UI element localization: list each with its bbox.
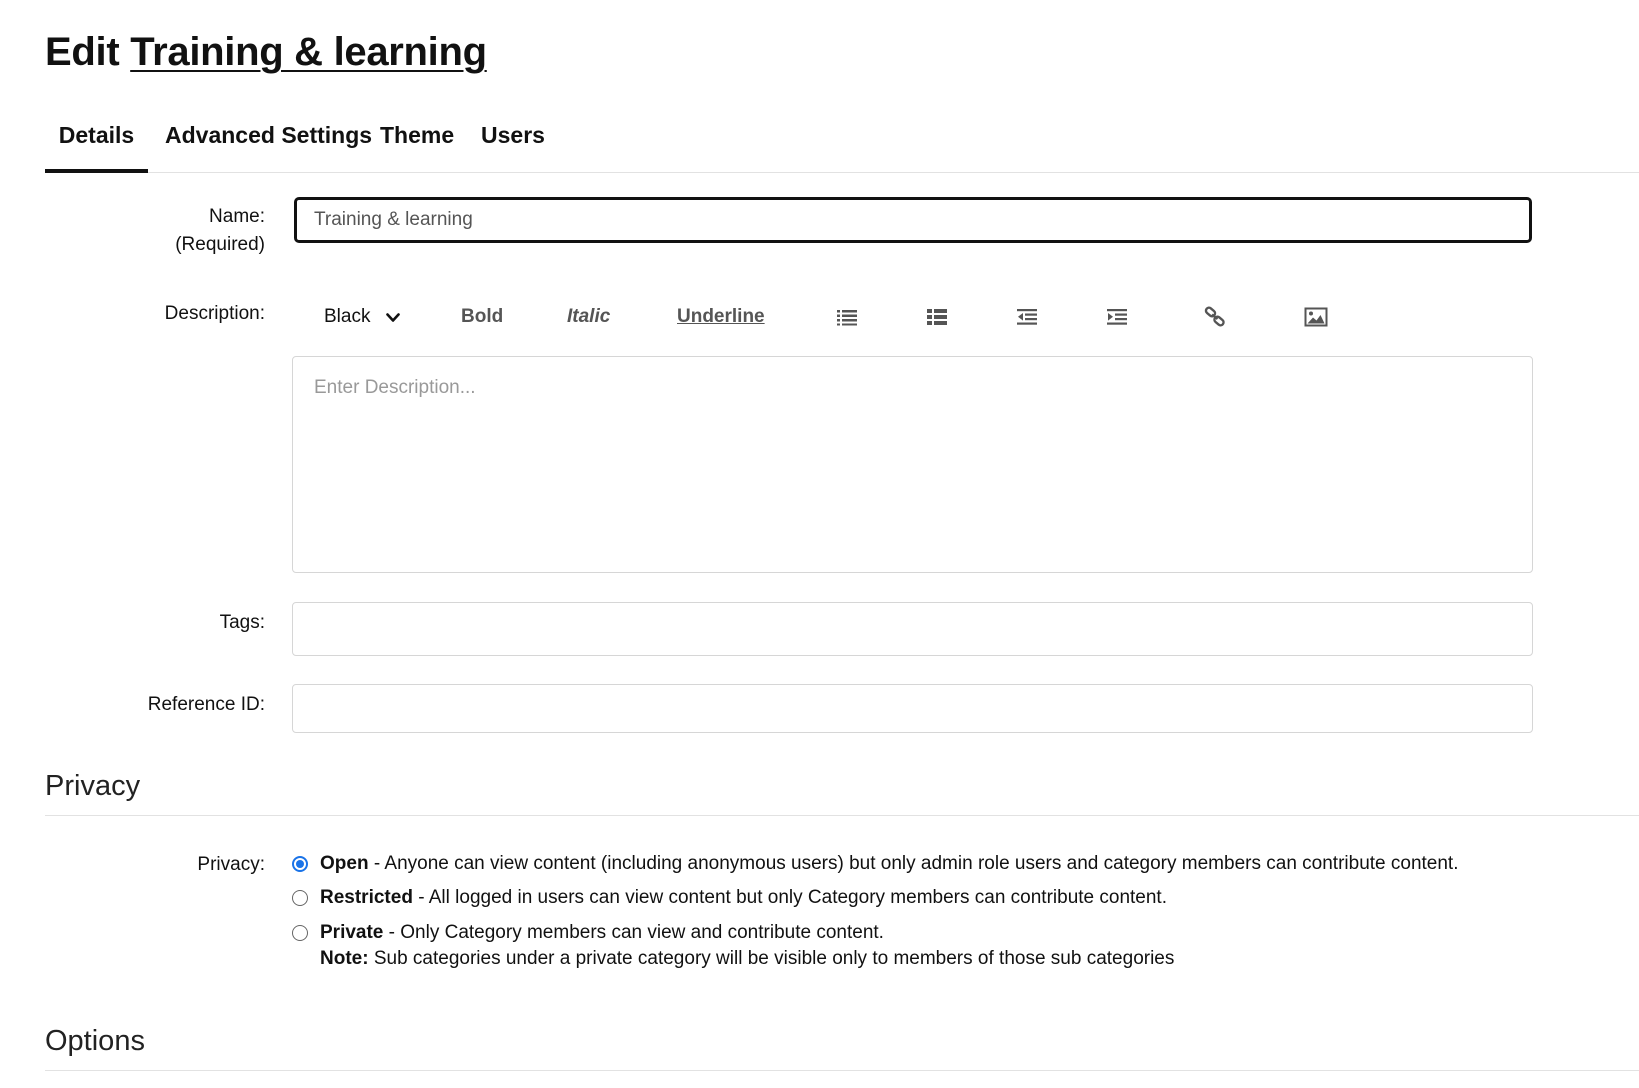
name-label: Name: (Required) — [175, 203, 265, 259]
note-label: Note: — [320, 948, 369, 969]
radio-open[interactable] — [292, 856, 308, 872]
reference-id-label: Reference ID: — [147, 694, 265, 715]
privacy-option-title: Open — [320, 853, 369, 874]
privacy-section-heading: Privacy — [45, 770, 1639, 816]
privacy-option-description: - Only Category members can view and con… — [383, 922, 884, 943]
description-label: Description: — [164, 303, 265, 324]
indent-icon[interactable] — [1106, 306, 1128, 328]
reference-id-input[interactable] — [292, 684, 1533, 733]
tab-details[interactable]: Details — [45, 110, 148, 173]
privacy-option-title: Private — [320, 922, 384, 943]
note-text: Sub categories under a private category … — [368, 948, 1175, 969]
text-color-value: Black — [324, 306, 371, 327]
name-required-text: (Required) — [175, 234, 265, 255]
category-name-link[interactable]: Training & learning — [130, 30, 487, 74]
text-color-select[interactable]: Black — [324, 300, 401, 335]
outdent-icon[interactable] — [1016, 306, 1038, 328]
underline-button[interactable]: Underline — [677, 300, 765, 334]
privacy-option-private-text: Private - Only Category members can view… — [320, 920, 884, 946]
radio-restricted[interactable] — [292, 890, 308, 906]
tab-advanced-settings[interactable]: Advanced Settings — [165, 110, 372, 172]
radio-private[interactable] — [292, 925, 308, 941]
image-icon[interactable] — [1304, 306, 1328, 328]
tab-theme[interactable]: Theme — [380, 110, 454, 172]
description-editor[interactable] — [292, 356, 1533, 573]
tags-input[interactable] — [292, 602, 1533, 656]
edit-category-page: Edit Training & learning Details Advance… — [0, 0, 1639, 1088]
italic-button[interactable]: Italic — [567, 300, 610, 334]
page-title: Edit Training & learning — [45, 30, 487, 75]
privacy-option-description: - All logged in users can view content b… — [412, 887, 1167, 908]
bold-button[interactable]: Bold — [461, 300, 503, 334]
tab-bar: Details Advanced Settings Theme Users — [45, 110, 1639, 173]
description-toolbar: Black Bold Italic Underline — [294, 300, 1354, 334]
numbered-list-icon[interactable] — [926, 306, 948, 328]
options-section-heading: Options — [45, 1025, 1639, 1071]
privacy-option-description: - Anyone can view content (including ano… — [368, 853, 1459, 874]
tab-users[interactable]: Users — [481, 110, 545, 172]
privacy-option-restricted-text: Restricted - All logged in users can vie… — [320, 885, 1167, 911]
name-label-text: Name: — [209, 206, 265, 227]
privacy-option-title: Restricted — [320, 887, 413, 908]
privacy-note: Note: Sub categories under a private cat… — [320, 946, 1174, 972]
privacy-option-open-text: Open - Anyone can view content (includin… — [320, 851, 1458, 877]
bullet-list-icon[interactable] — [836, 306, 858, 328]
tags-label: Tags: — [219, 612, 265, 633]
chevron-down-icon — [386, 301, 401, 335]
name-input[interactable] — [294, 197, 1532, 243]
title-prefix: Edit — [45, 30, 120, 74]
privacy-label: Privacy: — [197, 854, 265, 875]
link-icon[interactable] — [1204, 306, 1226, 328]
